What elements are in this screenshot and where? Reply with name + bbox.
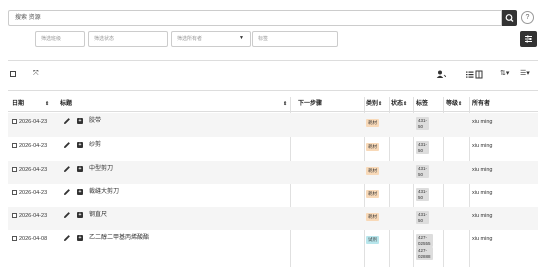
sort-icon: ⇕ (403, 101, 408, 107)
col-date-header[interactable]: 日期 (12, 97, 24, 111)
expand-row-icon[interactable]: + (77, 235, 83, 241)
divider (8, 111, 538, 112)
col-status-header[interactable]: 状态⇕ (391, 97, 407, 111)
row-title[interactable]: 钢直尺 (89, 211, 107, 219)
col-tags-label: 标签 (416, 101, 429, 107)
search-button[interactable] (502, 10, 517, 26)
columns-button[interactable] (520, 31, 537, 47)
project-filter[interactable]: 筛选班级 (35, 31, 85, 47)
search-input[interactable]: 搜索 资源 (8, 10, 502, 26)
row-checkbox[interactable] (12, 236, 17, 241)
row-owner: xiu ming (472, 167, 493, 173)
list-options-icon[interactable]: ☰▾ (520, 68, 530, 80)
expand-row-icon[interactable]: + (77, 166, 83, 172)
sort-icon: ⇕ (458, 101, 463, 107)
row-title[interactable]: 胶带 (89, 117, 101, 125)
table-row[interactable] (8, 113, 538, 137)
tag-badge[interactable]: 431- 50 (416, 211, 430, 224)
row-date: 2026-04-23 (19, 119, 48, 125)
col-date-label: 日期 (12, 101, 25, 107)
expand-row-icon[interactable]: + (77, 189, 83, 195)
category-badge: 耗材 (366, 167, 379, 175)
col-owner-label: 所有者 (472, 101, 491, 107)
tag-badge[interactable]: 431- 50 (416, 165, 430, 178)
col-level-label: 等级 (446, 101, 459, 107)
col-title-header[interactable]: 标题 (60, 97, 72, 111)
table-row[interactable] (8, 207, 538, 230)
table-row[interactable] (8, 137, 538, 161)
pencil-icon[interactable] (63, 165, 71, 173)
sort-icon: ⇕ (378, 101, 383, 107)
row-date: 2026-04-08 (19, 236, 48, 242)
search-icon (505, 14, 514, 22)
tag-badge[interactable]: 431- 50 (416, 188, 430, 201)
chevron-down-icon: ▼ (239, 35, 244, 41)
col-category-label: 类别 (366, 101, 379, 107)
owner-filter[interactable]: 筛选所有者 ▼ (171, 31, 251, 47)
category-badge: 耗材 (366, 119, 379, 127)
table-row[interactable] (8, 230, 538, 268)
row-checkbox[interactable] (12, 213, 17, 218)
expand-row-icon[interactable]: + (77, 212, 83, 218)
row-title[interactable]: 裁缝大剪刀 (89, 188, 119, 196)
col-next-step-header[interactable]: 下一步骤 (298, 97, 322, 111)
row-checkbox[interactable] (12, 119, 17, 124)
row-owner: xiu ming (472, 213, 493, 219)
help-button[interactable]: ? (521, 11, 534, 24)
col-status-label: 状态 (391, 101, 404, 107)
pencil-icon[interactable] (63, 234, 71, 242)
col-owner-header[interactable]: 所有者 (472, 97, 490, 111)
user-icon[interactable] (436, 68, 448, 80)
pencil-icon[interactable] (63, 117, 71, 125)
category-badge: 耗材 (366, 190, 379, 198)
tag-badge[interactable]: 431- 50 (416, 141, 430, 154)
table-row[interactable] (8, 161, 538, 184)
expand-icon[interactable]: ⤧ (33, 68, 39, 80)
col-category-header[interactable]: 类别⇕ (366, 97, 382, 111)
list-view-icon[interactable] (466, 68, 484, 80)
pencil-icon[interactable] (63, 188, 71, 196)
pencil-icon[interactable] (63, 211, 71, 219)
row-date: 2026-04-23 (19, 143, 48, 149)
sort-icon[interactable]: ⇕ (45, 97, 49, 111)
row-date: 2026-04-23 (19, 167, 48, 173)
row-title[interactable]: 中型剪刀 (89, 165, 113, 173)
select-all-checkbox[interactable] (10, 71, 16, 77)
col-next-step-label: 下一步骤 (298, 101, 323, 107)
row-title[interactable]: 乙二醇二甲基丙烯酸酯 (89, 234, 149, 242)
category-badge: 耗材 (366, 143, 379, 151)
row-owner: xiu ming (472, 143, 493, 149)
owner-filter-label: 筛选所有者 (177, 36, 203, 42)
sort-icon[interactable]: ⇅▾ (500, 68, 509, 80)
row-checkbox[interactable] (12, 167, 17, 172)
expand-row-icon[interactable]: + (77, 142, 83, 148)
divider (8, 60, 538, 61)
pencil-icon[interactable] (63, 141, 71, 149)
row-date: 2026-04-23 (19, 213, 48, 219)
sort-icon[interactable]: ⇕ (283, 97, 287, 111)
tag-badge[interactable]: 427- 02888 (416, 247, 433, 260)
row-checkbox[interactable] (12, 143, 17, 148)
row-title[interactable]: 纱剪 (89, 141, 101, 149)
status-filter[interactable]: 筛选状态 (88, 31, 168, 47)
row-owner: xiu ming (472, 119, 493, 125)
divider (8, 90, 538, 91)
expand-row-icon[interactable]: + (77, 118, 83, 124)
category-badge: 试剂 (366, 236, 379, 244)
row-date: 2026-04-23 (19, 190, 48, 196)
table-row[interactable] (8, 184, 538, 207)
col-level-header[interactable]: 等级⇕ (446, 97, 462, 111)
col-title-label: 标题 (60, 101, 73, 107)
col-tags-header[interactable]: 标签 (416, 97, 428, 111)
row-owner: xiu ming (472, 190, 493, 196)
tags-filter[interactable]: 标签 (252, 31, 338, 47)
tag-badge[interactable]: 431- 50 (416, 117, 430, 130)
row-checkbox[interactable] (12, 190, 17, 195)
sliders-icon (525, 35, 532, 43)
tag-badge[interactable]: 427- 02555 (416, 234, 433, 247)
row-owner: xiu ming (472, 236, 493, 242)
category-badge: 耗材 (366, 213, 379, 221)
